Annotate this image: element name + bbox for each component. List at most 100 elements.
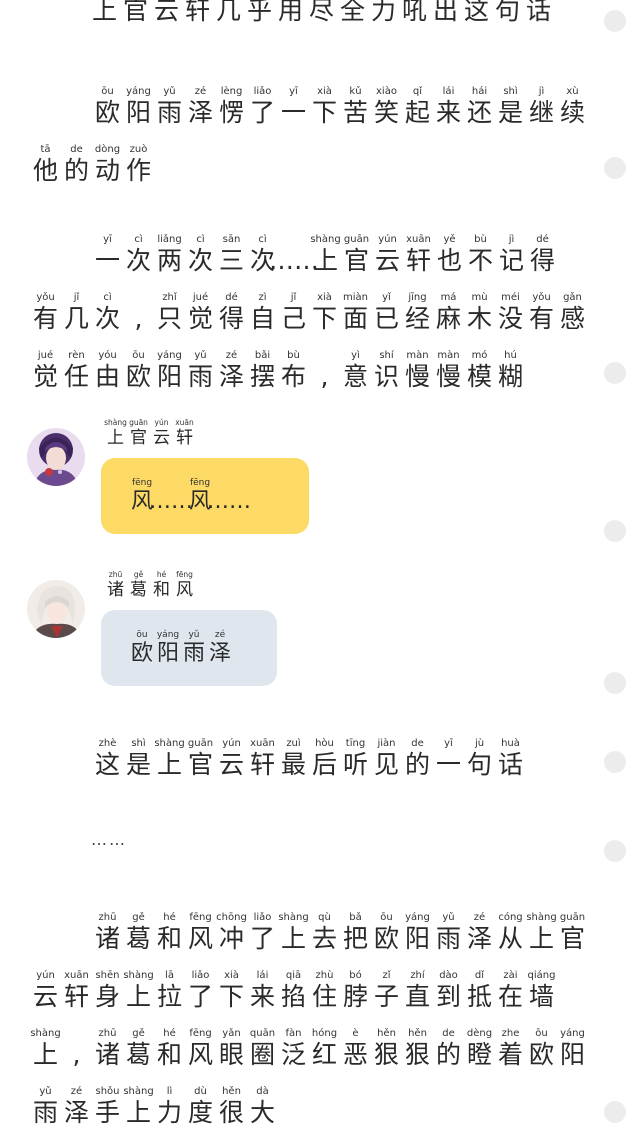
hanzi-character: 这: [94, 750, 120, 779]
ruby-char: dǐ 抵: [464, 970, 495, 1012]
pinyin-annotation: hěn: [377, 1028, 396, 1039]
hanzi-character: 阳: [156, 362, 182, 391]
ruby-char: fēng 风: [185, 912, 216, 954]
pinyin-annotation: hé: [163, 912, 176, 923]
pinyin-annotation: shàng: [30, 1028, 61, 1039]
pinyin-annotation: zé: [225, 350, 238, 361]
pinyin-annotation: qiáng: [527, 970, 556, 981]
ruby-char: è恶: [340, 1028, 371, 1070]
hanzi-character: 麻: [435, 304, 461, 333]
pinyin-annotation: qù: [318, 912, 331, 923]
ruby-char: ……: [207, 478, 251, 515]
text-line: jué 觉 rèn 任 yóu 由 ōu 欧 yáng 阳 yǔ 雨 zé 泽 bǎi 摆 bù 布, yì 意 shí…: [30, 334, 590, 392]
hanzi-character: 葛: [125, 1040, 151, 1069]
hanzi-character: 官: [187, 750, 213, 779]
ruby-char: jué 觉: [30, 350, 61, 392]
pinyin-annotation: lái: [442, 86, 455, 97]
text-line: yún 云 xuān 轩 shēn 身 shàng 上 lā 拉 liǎo 了 xià 下 lái 来 qiā 掐…: [30, 954, 590, 1012]
ruby-char: de 的: [61, 144, 92, 186]
pinyin-annotation: bù: [474, 234, 487, 245]
pinyin-annotation: shì: [503, 86, 518, 97]
ruby-char: kǔ 苦: [340, 86, 371, 128]
ruby-char: yǔ 雨: [154, 86, 185, 128]
ruby-char: fēng 风: [185, 1028, 216, 1070]
ruby-char: xià 下: [309, 292, 340, 334]
ruby-char: dòng 动: [92, 144, 123, 186]
pinyin-annotation: yǐ: [382, 292, 391, 303]
pinyin-annotation: yóu: [98, 350, 117, 361]
pinyin-annotation: jiàn: [377, 738, 396, 749]
ruby-char: shì 是: [495, 86, 526, 128]
ruby-char: bù 不: [465, 234, 496, 276]
pinyin-annotation: gě: [133, 570, 144, 579]
hanzi-character: 一: [435, 750, 461, 779]
pinyin-annotation: yún: [222, 738, 241, 749]
hanzi-character: ,: [320, 362, 329, 391]
story-paragraph: zhū 诸 gě 葛 hé 和 fēng 风 chōng 冲 liǎo 了 shàng 上 qù 去 bǎ 把 ōu…: [30, 896, 590, 1128]
hanzi-character: 后: [311, 750, 337, 779]
pinyin-annotation: hái: [471, 86, 488, 97]
pinyin-annotation: shì: [131, 738, 146, 749]
story-ellipsis: ……: [91, 830, 127, 849]
hanzi-character: 狠: [373, 1040, 399, 1069]
ruby-char: yě 也: [434, 234, 465, 276]
hanzi-character: 泽: [208, 640, 231, 666]
ruby-char: mù 木: [464, 292, 495, 334]
avatar-shangguan-yunxuan[interactable]: [27, 428, 85, 486]
ruby-char: guān 官: [557, 912, 588, 954]
message-bubble[interactable]: fēng 风…… fēng 风……: [101, 458, 309, 534]
text-line: zhū 诸 gě 葛 hé 和 fēng 风 chōng 冲 liǎo 了 shàng 上 qù 去 bǎ 把 ōu…: [30, 896, 590, 954]
pinyin-annotation: fàn: [285, 1028, 302, 1039]
pinyin-annotation: xuān: [64, 970, 89, 981]
ruby-char: má 麻: [433, 292, 464, 334]
pinyin-annotation: zhū: [98, 1028, 117, 1039]
ruby-char: jué 觉: [185, 292, 216, 334]
ruby-char: xuān 轩: [61, 970, 92, 1012]
hanzi-character: 泽: [466, 924, 492, 953]
hanzi-character: 来: [249, 982, 275, 1011]
message-bubble[interactable]: ōu 欧 yáng 阳 yǔ 雨 zé 泽: [101, 610, 277, 686]
ruby-char: gě 葛: [123, 1028, 154, 1070]
pinyin-annotation: yáng: [126, 86, 151, 97]
ruby-char: yī 一: [433, 738, 464, 780]
hanzi-character: 面: [342, 304, 368, 333]
pinyin-annotation: hú: [504, 350, 517, 361]
hanzi-character: 上: [125, 1098, 151, 1127]
avatar-portrait-icon: [27, 428, 85, 486]
hanzi-character: 住: [311, 982, 337, 1011]
avatar-zhuge-hefeng[interactable]: [27, 580, 85, 638]
hanzi-character: 阳: [404, 924, 430, 953]
ruby-char: zhū 诸: [92, 1028, 123, 1070]
ruby-char: méi 没: [495, 292, 526, 334]
ruby-char: yǐ 已: [371, 292, 402, 334]
ruby-char: fēng 风: [173, 570, 196, 600]
hanzi-character: 诸: [94, 924, 120, 953]
pinyin-annotation: xù: [566, 86, 579, 97]
story-paragraph: zhè 这 shì 是 shàng 上 guān 官 yún 云 xuān 轩 zuì 最 hòu 后 tīng…: [30, 722, 590, 780]
ruby-char: yǎn 眼: [216, 1028, 247, 1070]
pinyin-annotation: fēng: [131, 477, 153, 488]
hanzi-character: 下: [218, 982, 244, 1011]
ruby-char: jǐ 几: [61, 292, 92, 334]
hanzi-character: 雨: [435, 924, 461, 953]
ruby-char: bǎ 把: [340, 912, 371, 954]
pinyin-annotation: qǐ: [412, 86, 423, 97]
pinyin-annotation: gě: [132, 1028, 145, 1039]
ruby-char: cì 次: [123, 234, 154, 276]
hanzi-character: 和: [156, 924, 182, 953]
hanzi-character: 瞪: [466, 1040, 492, 1069]
ruby-char: zài 在: [495, 970, 526, 1012]
pinyin-annotation: tā: [40, 144, 51, 155]
hanzi-character: 雨: [187, 362, 213, 391]
ruby-char: cì 次: [92, 292, 123, 334]
ruby-char: ōu 欧: [92, 86, 123, 128]
ruby-char: sān 三: [216, 234, 247, 276]
pinyin-annotation: guān: [559, 912, 586, 923]
hanzi-character: 继: [528, 98, 554, 127]
rail-dot: [604, 1101, 626, 1123]
ruby-char: xiào 笑: [371, 86, 402, 128]
ruby-char: zǐ 子: [371, 970, 402, 1012]
ruby-char: zhè 这: [92, 738, 123, 780]
ruby-char: dé 得: [216, 292, 247, 334]
ruby-char: yǔ 雨: [181, 630, 207, 667]
